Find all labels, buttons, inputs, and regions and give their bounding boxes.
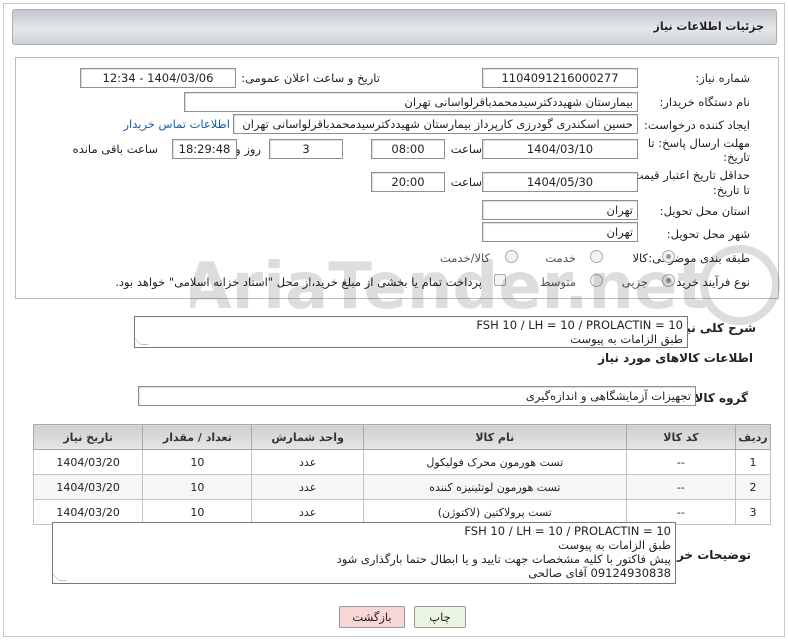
cell-row: 1 xyxy=(735,449,771,475)
reply-time-field[interactable]: 08:00 xyxy=(371,139,445,159)
buyer-notes-line-3: پیش فاکتور با کلیه مشخصات جهت تایید و یا… xyxy=(336,552,671,566)
summary-line-1: FSH 10 / LH = 10 / PROLACTIN = 10 xyxy=(476,318,683,332)
page-header: جزئیات اطلاعات نیاز xyxy=(12,9,777,45)
category-both-label: کالا/خدمت xyxy=(439,251,490,265)
province-label: استان محل تحویل: xyxy=(659,204,750,218)
purchase-minor-radio[interactable] xyxy=(662,274,675,287)
buyer-notes-textarea[interactable]: FSH 10 / LH = 10 / PROLACTIN = 10 طبق ال… xyxy=(52,522,676,584)
print-button[interactable]: چاپ xyxy=(414,606,466,628)
city-field[interactable]: تهران xyxy=(482,222,638,242)
remaining-label: ساعت باقی مانده xyxy=(72,142,158,156)
days-label: روز و xyxy=(235,142,261,156)
city-label: شهر محل تحویل: xyxy=(666,227,750,241)
announce-field[interactable]: 1404/03/06 - 12:34 xyxy=(80,68,236,88)
reply-date-field[interactable]: 1404/03/10 xyxy=(482,139,638,159)
announce-label: تاریخ و ساعت اعلان عمومی: xyxy=(241,71,380,85)
payment-note: پرداخت تمام یا بخشی از مبلغ خرید،از محل … xyxy=(115,275,482,289)
buyer-notes-line-4: 09124930838 آقای صالحی xyxy=(528,566,671,580)
purchase-medium-radio[interactable] xyxy=(590,274,603,287)
reply-deadline-label-2: تاریخ: xyxy=(723,150,750,164)
price-time-label: ساعت xyxy=(450,175,482,189)
cell-unit: عدد xyxy=(251,474,364,500)
buyer-notes-line-2: طبق الزامات به پیوست xyxy=(558,538,671,552)
price-time-field[interactable]: 20:00 xyxy=(371,172,445,192)
goods-section-title: اطلاعات کالاهای مورد نیاز xyxy=(598,351,753,365)
buyer-org-label: نام دستگاه خریدار: xyxy=(659,95,750,109)
category-service-label: خدمت xyxy=(545,251,576,265)
category-both-radio[interactable] xyxy=(505,250,518,263)
cell-qty: 10 xyxy=(142,474,253,500)
days-field[interactable]: 3 xyxy=(269,139,343,159)
table-row[interactable]: 2 -- تست هورمون لوتئینیزه کننده عدد 10 1… xyxy=(32,474,771,500)
purchase-minor-label: جزیی xyxy=(621,275,648,289)
table-header-row: ردیف کد کالا نام کالا واحد شمارش تعداد /… xyxy=(32,424,771,450)
remaining-time-field[interactable]: 18:29:48 xyxy=(172,139,237,159)
cell-name: تست هورمون محرک فولیکول xyxy=(362,449,627,475)
buyer-contact-link[interactable]: اطلاعات تماس خریدار xyxy=(123,117,230,131)
cell-row: 3 xyxy=(735,499,771,525)
goods-group-field[interactable]: تجهیزات آزمایشگاهی و اندازه‌گیری xyxy=(138,386,696,406)
cell-qty: 10 xyxy=(142,499,253,525)
table-row[interactable]: 1 -- تست هورمون محرک فولیکول عدد 10 1404… xyxy=(32,449,771,475)
cell-date: 1404/03/20 xyxy=(32,449,144,475)
col-name: نام کالا xyxy=(362,424,627,450)
goods-group-label: گروه کالا: xyxy=(689,391,748,405)
col-qty: تعداد / مقدار xyxy=(142,424,253,450)
cell-unit: عدد xyxy=(251,449,364,475)
price-date-field[interactable]: 1404/05/30 xyxy=(482,172,638,192)
cell-row: 2 xyxy=(735,474,771,500)
col-code: کد کالا xyxy=(625,424,737,450)
cell-code: -- xyxy=(625,449,737,475)
category-goods-radio[interactable] xyxy=(662,250,675,263)
price-validity-label: حداقل تاریخ اعتبار قیمت: xyxy=(628,168,750,182)
cell-code: -- xyxy=(625,499,737,525)
category-service-radio[interactable] xyxy=(590,250,603,263)
cell-unit: عدد xyxy=(251,499,364,525)
treasury-checkbox[interactable] xyxy=(494,274,506,286)
cell-name: تست هورمون لوتئینیزه کننده xyxy=(362,474,627,500)
cell-name: تست پرولاکتین (لاکتوژن) xyxy=(362,499,627,525)
reply-deadline-label: مهلت ارسال پاسخ: تا xyxy=(647,136,750,150)
buyer-org-field[interactable]: بیمارستان شهیددکترسیدمحمدباقرلواسانی تهر… xyxy=(184,92,638,112)
summary-line-2: طبق الزامات به پیوست xyxy=(570,332,683,346)
price-validity-label-2: تا تاریخ: xyxy=(712,183,750,197)
purchase-medium-label: متوسط xyxy=(539,275,576,289)
need-number-field[interactable]: 1104091216000277 xyxy=(482,68,638,88)
col-row: ردیف xyxy=(735,424,771,450)
cell-qty: 10 xyxy=(142,449,253,475)
category-goods-label: کالا xyxy=(632,251,648,265)
requester-label: ایجاد کننده درخواست: xyxy=(644,118,750,132)
requester-field[interactable]: حسین اسکندری گودرزی کارپرداز بیمارستان ش… xyxy=(233,114,638,134)
province-field[interactable]: تهران xyxy=(482,200,638,220)
page-title: جزئیات اطلاعات نیاز xyxy=(653,20,765,33)
goods-table: ردیف کد کالا نام کالا واحد شمارش تعداد /… xyxy=(32,424,771,525)
summary-textarea[interactable]: FSH 10 / LH = 10 / PROLACTIN = 10 طبق ال… xyxy=(134,316,688,348)
purchase-type-label: نوع فرآیند خرید : xyxy=(668,275,750,289)
buyer-notes-line-1: FSH 10 / LH = 10 / PROLACTIN = 10 xyxy=(464,524,671,538)
need-number-label: شماره نیاز: xyxy=(695,71,750,85)
table-row[interactable]: 3 -- تست پرولاکتین (لاکتوژن) عدد 10 1404… xyxy=(32,499,771,525)
col-unit: واحد شمارش xyxy=(251,424,364,450)
cell-date: 1404/03/20 xyxy=(32,474,144,500)
reply-time-label: ساعت xyxy=(450,142,482,156)
back-button[interactable]: بازگشت xyxy=(339,606,405,628)
col-date: تاریخ نیاز xyxy=(32,424,144,450)
cell-code: -- xyxy=(625,474,737,500)
cell-date: 1404/03/20 xyxy=(32,499,144,525)
